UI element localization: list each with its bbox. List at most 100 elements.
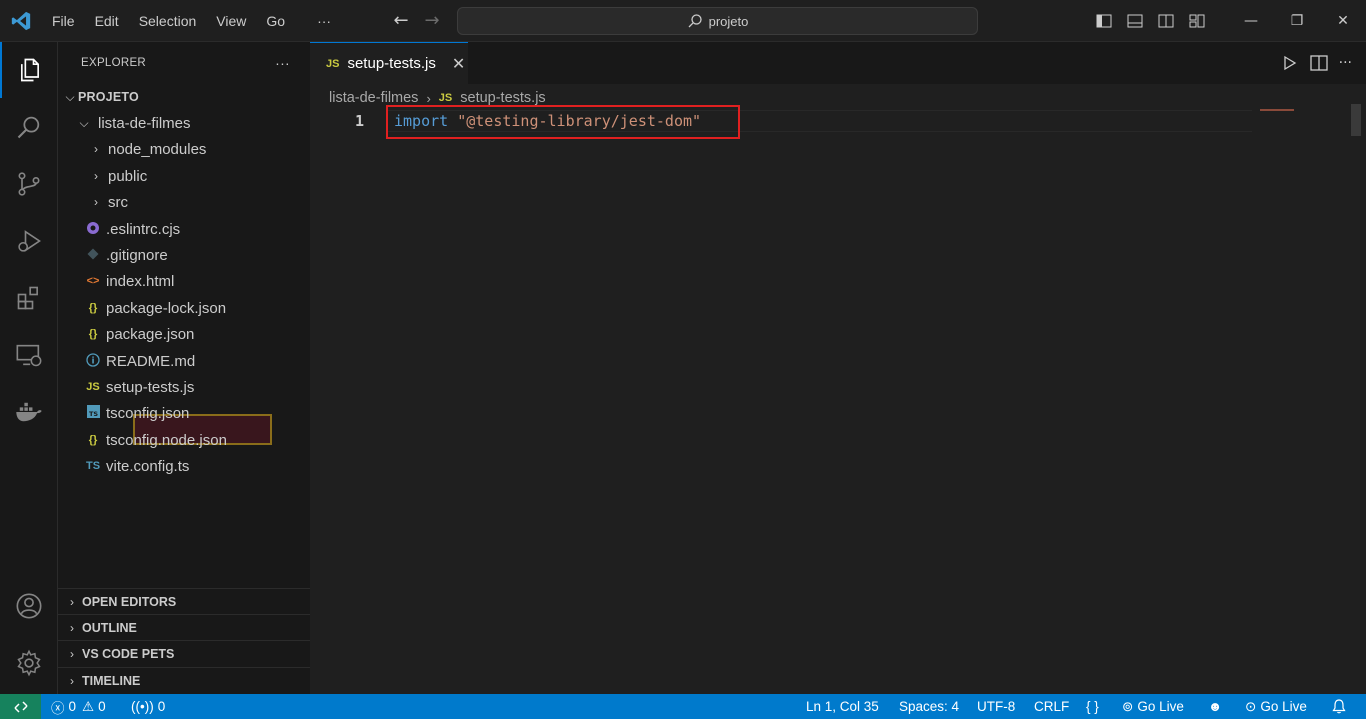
tree-item-label: tsconfig.json [106,404,190,422]
breadcrumb-separator-icon: › [426,90,431,106]
tree-folder-lista-de-filmes[interactable]: ⌵ lista-de-filmes [58,110,310,136]
minimap[interactable] [1260,109,1294,111]
remote-indicator[interactable] [0,694,41,719]
tree-root-projeto[interactable]: ⌵ PROJETO [58,84,310,110]
menu-more[interactable]: ··· [307,0,341,42]
tree-item-src[interactable]: › src [58,189,310,215]
section-open-editors[interactable]: › OPEN EDITORS [58,588,310,614]
copilot-icon[interactable]: ☻ [1208,694,1222,719]
section-outline[interactable]: › OUTLINE [58,614,310,640]
tree-item-tsconfig-node[interactable]: {} tsconfig.node.json [58,427,310,453]
tree-item-gitignore[interactable]: .gitignore [58,242,310,268]
manage-gear-icon[interactable] [0,635,58,691]
cursor-position[interactable]: Ln 1, Col 35 [806,694,879,719]
menu-edit[interactable]: Edit [85,0,129,42]
go-live-label: Go Live [1260,699,1307,714]
ports-count: 0 [157,699,166,714]
search-view-icon[interactable] [0,99,58,155]
notifications-bell-icon[interactable] [1332,694,1346,719]
editor-area: JS setup-tests.js ✕ ··· lista-de-filmes … [310,42,1366,694]
broadcast-icon: ((•)) [131,699,154,714]
menu-file[interactable]: File [42,0,85,42]
tree-item-eslintrc[interactable]: .eslintrc.cjs [58,216,310,242]
tree-item-tsconfig[interactable]: TS tsconfig.json [58,400,310,426]
tree-item-node-modules[interactable]: › node_modules [58,136,310,162]
source-control-icon[interactable] [0,156,58,212]
tree-item-package-json[interactable]: {} package.json [58,321,310,347]
minimize-button[interactable]: — [1228,0,1274,42]
tree-item-label: package-lock.json [106,299,227,317]
title-bar: File Edit Selection View Go ··· ← → proj… [0,0,1366,42]
json-file-icon: {} [88,328,98,340]
remote-explorer-icon[interactable] [0,327,58,383]
chevron-right-icon: › [94,169,98,183]
close-window-button[interactable]: ✕ [1320,0,1366,42]
breadcrumb-folder[interactable]: lista-de-filmes [329,90,418,106]
tree-item-label: vite.config.ts [106,457,190,475]
explorer-more-button[interactable]: ··· [275,55,290,71]
menu-view[interactable]: View [206,0,256,42]
forward-arrow-icon[interactable]: → [422,11,442,31]
breadcrumb-file[interactable]: setup-tests.js [460,90,545,106]
tree-item-public[interactable]: › public [58,163,310,189]
run-file-icon[interactable] [1279,53,1299,73]
feedback-icon: ☻ [1208,699,1223,714]
editor-actions: ··· [1279,42,1352,84]
search-text: projeto [708,13,749,29]
menu-go[interactable]: Go [256,0,295,42]
section-label: OPEN EDITORS [82,594,177,609]
toggle-secondary-sidebar-icon[interactable] [1150,0,1181,42]
end-of-line[interactable]: CRLF [1034,694,1069,719]
menu-bar: File Edit Selection View Go ··· [42,0,341,42]
chevron-right-icon: › [70,594,74,609]
remote-icon [13,700,28,713]
section-timeline[interactable]: › TIMELINE [58,667,310,693]
tree-item-readme[interactable]: i README.md [58,348,310,374]
explorer-header: EXPLORER ··· [58,42,310,84]
chevron-right-icon: › [94,195,98,209]
command-center-search[interactable]: projeto [457,7,978,35]
back-arrow-icon[interactable]: ← [391,11,411,31]
svg-text:TS: TS [88,410,97,418]
go-live-button-1[interactable]: ⊚ Go Live [1122,694,1184,719]
explorer-sidebar: EXPLORER ··· ⌵ PROJETO ⌵ lista-de-filmes… [58,42,310,694]
line-number: 1 [354,112,364,130]
tree-item-setup-tests[interactable]: JS setup-tests.js [58,374,310,400]
toggle-panel-icon[interactable] [1119,0,1150,42]
git-file-icon [84,248,102,263]
tree-item-vite-config[interactable]: TS vite.config.ts [58,453,310,479]
warning-icon: ⚠ [82,698,95,714]
json-file-icon: {} [88,302,98,314]
tree-item-index-html[interactable]: <> index.html [58,268,310,294]
split-editor-icon[interactable] [1309,53,1329,73]
indentation[interactable]: Spaces: 4 [899,694,959,719]
vertical-scrollbar[interactable] [1351,104,1361,136]
explorer-icon[interactable] [0,42,58,98]
docker-icon[interactable] [0,384,58,440]
toggle-primary-sidebar-icon[interactable] [1088,0,1119,42]
problems-indicator[interactable]: ⓧ 0 ⚠ 0 [51,694,106,719]
go-live-button-2[interactable]: ⊙ Go Live [1245,694,1307,719]
tree-item-label: src [108,193,128,211]
encoding[interactable]: UTF-8 [977,694,1015,719]
chevron-down-icon: ⌵ [65,89,75,104]
tree-item-label: index.html [106,272,175,290]
chevron-down-icon: ⌵ [79,115,89,130]
tree-item-package-lock[interactable]: {} package-lock.json [58,295,310,321]
ports-indicator[interactable]: ((•)) 0 [131,694,165,719]
tree-root-label: PROJETO [78,90,139,104]
more-actions-icon[interactable]: ··· [1339,55,1352,71]
close-tab-icon[interactable]: ✕ [452,54,465,74]
tab-setup-tests[interactable]: JS setup-tests.js ✕ [310,42,468,84]
broadcast-icon: ⊙ [1245,698,1257,714]
run-debug-icon[interactable] [0,213,58,269]
section-vscode-pets[interactable]: › VS CODE PETS [58,640,310,666]
language-mode-braces[interactable]: { } [1086,694,1099,719]
section-label: VS CODE PETS [82,646,175,661]
error-icon: ⓧ [51,700,65,716]
restore-button[interactable]: ❐ [1274,0,1320,42]
accounts-icon[interactable] [0,578,58,634]
menu-selection[interactable]: Selection [129,0,207,42]
extensions-icon[interactable] [0,270,58,326]
customize-layout-icon[interactable] [1181,0,1212,42]
